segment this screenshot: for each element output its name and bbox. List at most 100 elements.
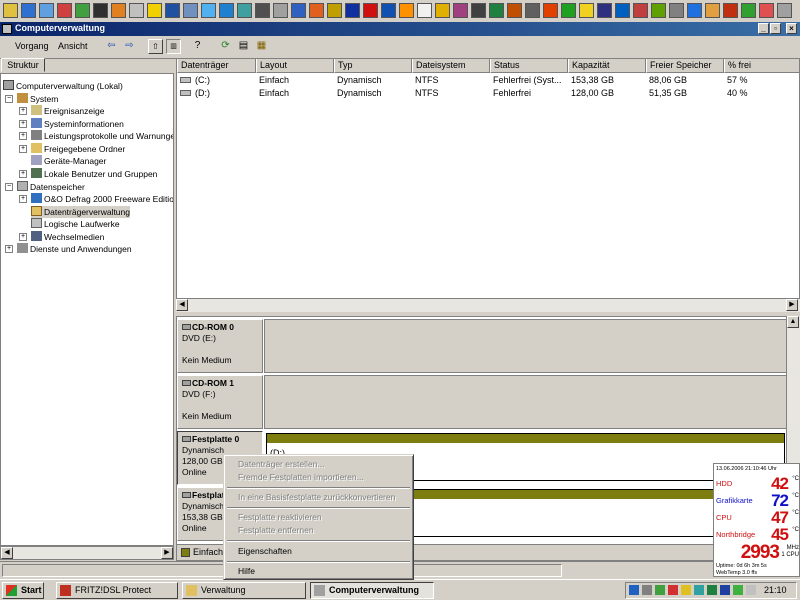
close-button[interactable]: × [786, 23, 797, 34]
tray-icon[interactable] [668, 585, 678, 595]
column-header[interactable]: Typ [334, 59, 412, 73]
properties-icon[interactable]: ▤ [236, 39, 251, 54]
app-icon[interactable] [597, 3, 612, 18]
volume-list[interactable]: Datenträger Layout Typ Dateisystem Statu… [176, 58, 800, 312]
tray-icon[interactable] [681, 585, 691, 595]
tray-icon[interactable] [733, 585, 743, 595]
app-icon[interactable] [309, 3, 324, 18]
context-menu[interactable]: Datenträger erstellen... Fremde Festplat… [223, 454, 414, 580]
app-icon[interactable] [345, 3, 360, 18]
maximize-button[interactable]: ▫ [770, 23, 781, 34]
app-icon[interactable] [561, 3, 576, 18]
minimize-button[interactable]: _ [758, 23, 769, 34]
expand-toggle[interactable]: + [19, 170, 27, 178]
tree-node-benutzer[interactable]: Lokale Benutzer und Gruppen [31, 168, 157, 180]
app-icon[interactable] [633, 3, 648, 18]
up-folder-icon[interactable]: ⇧ [148, 39, 163, 54]
app-icon[interactable] [183, 3, 198, 18]
tree-pane[interactable]: Computerverwaltung (Lokal) − System + Er… [0, 73, 174, 546]
expand-toggle[interactable]: + [5, 245, 13, 253]
column-header[interactable]: Kapazität [568, 59, 646, 73]
tree-node-geraete[interactable]: Geräte-Manager [31, 155, 106, 167]
app-icon[interactable] [705, 3, 720, 18]
app-icon[interactable] [543, 3, 558, 18]
app-icon[interactable] [75, 3, 90, 18]
app-icon[interactable] [759, 3, 774, 18]
menu-item-hilfe[interactable]: Hilfe [238, 565, 255, 577]
app-icon[interactable] [651, 3, 666, 18]
tree-node-freigegebene[interactable]: Freigegebene Ordner [31, 143, 125, 155]
app-icon[interactable] [363, 3, 378, 18]
app-icon[interactable] [417, 3, 432, 18]
disk-row-cdrom0[interactable]: CD-ROM 0 DVD (E:) Kein Medium [177, 319, 787, 373]
app-icon[interactable] [237, 3, 252, 18]
app-icon[interactable] [615, 3, 630, 18]
menu-vorgang[interactable]: Vorgang [15, 41, 49, 51]
app-icon[interactable] [129, 3, 144, 18]
menu-item-basisfestplatte[interactable]: In eine Basisfestplatte zurückkonvertier… [238, 491, 395, 503]
app-icon[interactable] [3, 3, 18, 18]
tab-struktur[interactable]: Struktur [1, 58, 45, 72]
app-icon[interactable] [579, 3, 594, 18]
app-icon[interactable] [57, 3, 72, 18]
scroll-left-icon[interactable]: ◀ [1, 547, 13, 559]
tray-icon[interactable] [694, 585, 704, 595]
app-icon[interactable] [255, 3, 270, 18]
tree-horizontal-scrollbar[interactable]: ◀ ▶ [0, 546, 174, 560]
menu-item-entfernen[interactable]: Festplatte entfernen [238, 524, 314, 536]
menu-item-eigenschaften[interactable]: Eigenschaften [238, 545, 292, 557]
disk-area[interactable] [264, 319, 787, 373]
app-icon[interactable] [399, 3, 414, 18]
tree-node-logische[interactable]: Logische Laufwerke [31, 218, 120, 230]
app-icon[interactable] [381, 3, 396, 18]
app-icon[interactable] [165, 3, 180, 18]
app-icon[interactable] [723, 3, 738, 18]
disk-info[interactable]: CD-ROM 0 DVD (E:) Kein Medium [177, 319, 263, 373]
expand-toggle[interactable]: + [19, 233, 27, 241]
column-header[interactable]: Datenträger [177, 59, 256, 73]
menu-item-reaktivieren[interactable]: Festplatte reaktivieren [238, 511, 322, 523]
tree-node-leistungsprotokolle[interactable]: Leistungsprotokolle und Warnungen [31, 130, 173, 142]
tray-icon[interactable] [707, 585, 717, 595]
app-icon[interactable] [21, 3, 36, 18]
tray-icon[interactable] [655, 585, 665, 595]
app-icon[interactable] [435, 3, 450, 18]
scroll-up-icon[interactable]: ▲ [787, 316, 799, 328]
task-fritz[interactable]: FRITZ!DSL Protect [56, 582, 178, 599]
tree-node-wechselmedien[interactable]: Wechselmedien [31, 231, 104, 243]
title-bar[interactable]: Computerverwaltung _ ▫ × [0, 22, 800, 36]
menu-item-fremde-importieren[interactable]: Fremde Festplatten importieren... [238, 471, 364, 483]
app-icon[interactable] [777, 3, 792, 18]
task-verwaltung[interactable]: Verwaltung [182, 582, 306, 599]
menu-item-datentraeger-erstellen[interactable]: Datenträger erstellen... [238, 458, 324, 470]
start-button[interactable]: Start [2, 582, 44, 599]
app-icon[interactable] [471, 3, 486, 18]
app-icon[interactable] [489, 3, 504, 18]
disk-row-cdrom1[interactable]: CD-ROM 1 DVD (F:) Kein Medium [177, 375, 787, 429]
expand-toggle[interactable]: + [19, 195, 27, 203]
app-icon[interactable] [111, 3, 126, 18]
scroll-right-icon[interactable]: ▶ [161, 547, 173, 559]
tree-node-ereignisanzeige[interactable]: Ereignisanzeige [31, 105, 104, 117]
forward-arrow-icon[interactable]: ⇨ [122, 39, 137, 54]
app-icon[interactable] [507, 3, 522, 18]
tree-node-system[interactable]: System [17, 93, 58, 105]
app-icon[interactable] [291, 3, 306, 18]
help-icon[interactable]: ? [190, 39, 205, 54]
tray-icon[interactable] [720, 585, 730, 595]
app-icon[interactable] [669, 3, 684, 18]
show-tree-icon[interactable]: ▥ [166, 39, 181, 54]
back-arrow-icon[interactable]: ⇦ [104, 39, 119, 54]
app-icon[interactable] [147, 3, 162, 18]
menu-ansicht[interactable]: Ansicht [58, 41, 88, 51]
app-icon[interactable] [39, 3, 54, 18]
column-header[interactable]: Dateisystem [412, 59, 490, 73]
refresh-icon[interactable]: ⟳ [218, 39, 233, 54]
tree-node-root[interactable]: Computerverwaltung (Lokal) [3, 80, 123, 92]
app-icon[interactable] [219, 3, 234, 18]
app-icon[interactable] [93, 3, 108, 18]
app-icon[interactable] [201, 3, 216, 18]
app-icon[interactable] [741, 3, 756, 18]
tree-node-defrag[interactable]: O&O Defrag 2000 Freeware Edition [31, 193, 173, 205]
app-icon[interactable] [273, 3, 288, 18]
